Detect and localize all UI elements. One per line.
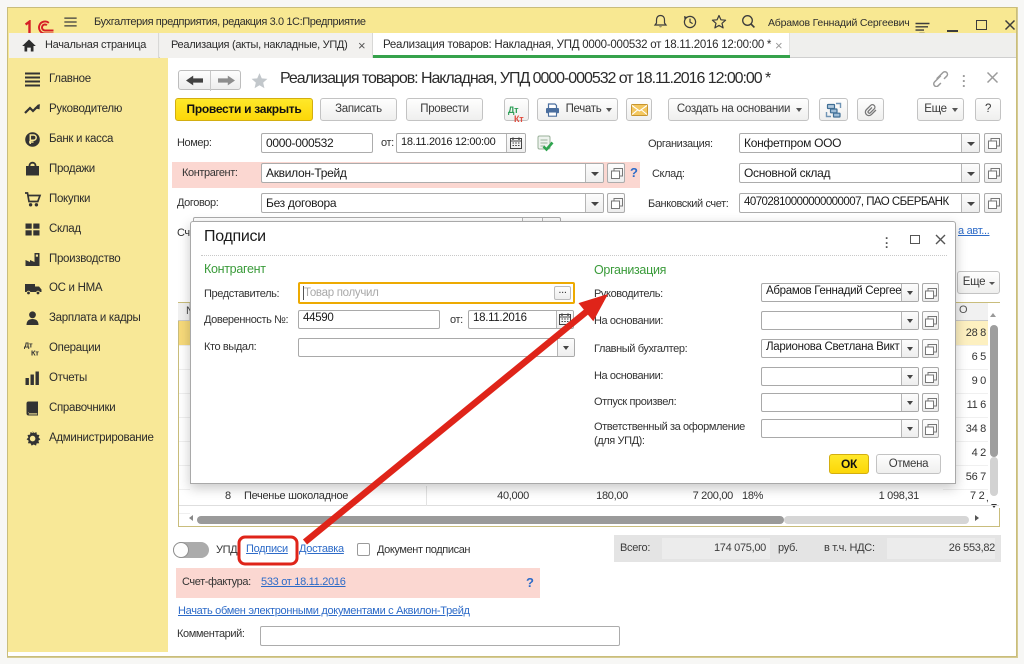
svg-text:Кт: Кт [31,349,39,358]
